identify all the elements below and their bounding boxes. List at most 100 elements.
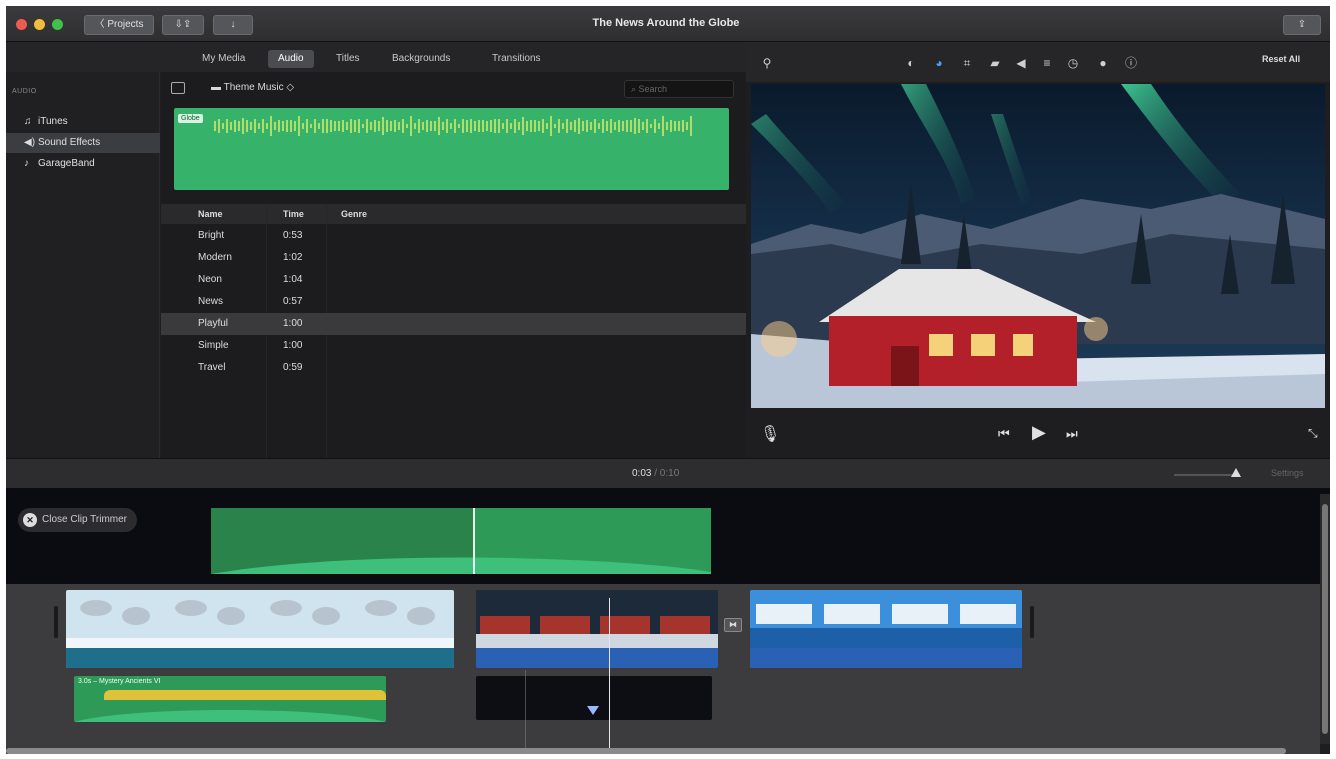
audio-clip-waveform [74,710,386,722]
waveform-bar [294,121,296,131]
noise-reduction-icon[interactable]: ≡ [1040,56,1054,70]
list-item[interactable]: Playful 1:00 [161,313,746,335]
zoom-slider-knob[interactable] [1231,468,1241,477]
crop-icon[interactable]: ⌗ [960,56,974,70]
clip-filter-icon[interactable]: ● [1096,56,1110,70]
guitar-icon: ♪ [24,158,29,169]
empty-clip-slot[interactable] [476,676,712,720]
timeline-vertical-scrollbar[interactable] [1320,494,1330,744]
libraries-sidebar: AUDIO ♫ iTunes ◀) Sound Effects ♪ GarageBan… [6,72,160,458]
tab-audio[interactable]: Audio [268,50,314,68]
sidebar-item-itunes[interactable]: ♫ iTunes [6,112,160,132]
list-item[interactable]: Simple 1:00 [161,335,746,357]
close-clip-trimmer-button[interactable]: ✕ Close Clip Trimmer [18,508,138,532]
tab-backgrounds[interactable]: Backgrounds [382,50,460,68]
share-button[interactable]: ⇪ [1283,15,1321,35]
sidebar-item-garageband[interactable]: ♪ GarageBand [6,154,160,174]
audio-preview-waveform[interactable]: Globe [174,108,729,190]
clip-edge-handle[interactable] [54,606,58,638]
row-name: Playful [198,318,229,329]
tab-transitions[interactable]: Transitions [482,50,551,68]
waveform-bar [578,117,580,135]
waveform-bar [378,121,380,131]
timecode: 0:03 / 0:10 [632,468,679,479]
close-window-button[interactable] [16,19,27,30]
close-icon: ✕ [23,513,37,527]
color-correction-icon[interactable]: ◕ [932,56,946,70]
zoom-window-button[interactable] [52,19,63,30]
playhead[interactable] [609,598,610,754]
waveform-bar [278,119,280,133]
minimize-window-button[interactable] [34,19,45,30]
import-media-button[interactable]: ⇩⇪ [162,15,204,35]
info-icon[interactable]: ⓘ [1124,56,1138,70]
waveform-bar [242,117,244,135]
tab-titles[interactable]: Titles [326,50,370,68]
speed-icon[interactable]: ◷ [1066,56,1080,70]
list-item[interactable]: Bright 0:53 [161,225,746,247]
video-clip-cabin[interactable] [476,590,718,668]
download-button[interactable]: ↓ [213,15,253,35]
list-item[interactable]: Modern 1:02 [161,247,746,269]
waveform-bar [450,122,452,130]
color-balance-icon[interactable]: ◐ [904,56,918,70]
skip-forward-icon[interactable]: ⏭︎ [1066,426,1078,442]
waveform-bar [442,121,444,131]
waveform-bar [546,122,548,130]
waveform-bar [322,119,324,133]
reset-all-button[interactable]: Reset All [1262,54,1300,64]
search-input[interactable]: ⌕ Search [624,80,734,98]
list-item[interactable]: News 0:57 [161,291,746,313]
theme-select-label: Theme Music ◇ [223,82,295,93]
projects-button[interactable]: 〈 Projects [84,15,154,35]
volume-icon[interactable]: ◀ [1014,56,1028,70]
magic-wand-icon[interactable]: ⚲ [760,56,774,70]
microphone-icon[interactable]: 🎙︎ [760,424,780,444]
folder-icon: ▬ [211,82,224,93]
list-item[interactable]: Neon 1:04 [161,269,746,291]
waveform-bar [370,122,372,130]
skip-back-icon[interactable]: ⏮︎ [998,426,1010,442]
timecode-current: 0:03 [632,468,652,479]
sidebar-toggle-icon[interactable] [171,82,185,94]
video-clip-world-map[interactable] [66,590,454,668]
stabilization-icon[interactable]: ▰ [988,56,1002,70]
list-item[interactable]: Travel 0:59 [161,357,746,379]
trim-handle[interactable] [473,508,475,574]
waveform-bar [358,119,360,133]
waveform-bar [522,116,524,136]
waveform-bar [310,123,312,129]
fullscreen-icon[interactable]: ⤡ [1308,426,1318,441]
video-clip-snow-scene[interactable] [750,590,1022,668]
row-name: Neon [198,274,222,285]
theme-music-select[interactable]: ▬ Theme Music ◇ [211,82,294,93]
row-name: Travel [198,362,226,373]
close-clip-trimmer-label: Close Clip Trimmer [42,514,128,525]
column-header-time[interactable]: Time [283,209,304,219]
waveform-bar [306,119,308,133]
column-header-genre[interactable]: Genre [341,209,367,219]
waveform-bar [670,119,672,133]
waveform-bar [342,119,344,133]
clip-edge-handle[interactable] [1030,606,1034,638]
play-button[interactable]: ▶ [1032,422,1046,443]
transition-icon[interactable]: ⧓ [724,618,742,632]
background-audio-clip[interactable]: 3.0s – Mystery Ancients VI [74,676,386,722]
video-viewer[interactable] [751,84,1325,408]
timeline-horizontal-scrollbar[interactable] [6,748,1286,754]
waveform-bar [646,119,648,133]
settings-button[interactable]: Settings [1271,468,1304,478]
waveform-bar [390,121,392,131]
waveform-bar [286,120,288,132]
waveform-bar [354,120,356,132]
waveform-bar [562,122,564,130]
waveform-bar [406,123,408,129]
sidebar-item-sound-effects[interactable]: ◀) Sound Effects [6,133,160,153]
waveform-bar [338,120,340,132]
trimmer-audio-clip[interactable] [211,508,711,574]
row-time: 1:00 [283,340,303,351]
column-header-name[interactable]: Name [198,209,223,219]
tab-my-media[interactable]: My Media [192,50,255,68]
waveform-bar [262,119,264,133]
scrollbar-thumb[interactable] [1322,504,1328,734]
